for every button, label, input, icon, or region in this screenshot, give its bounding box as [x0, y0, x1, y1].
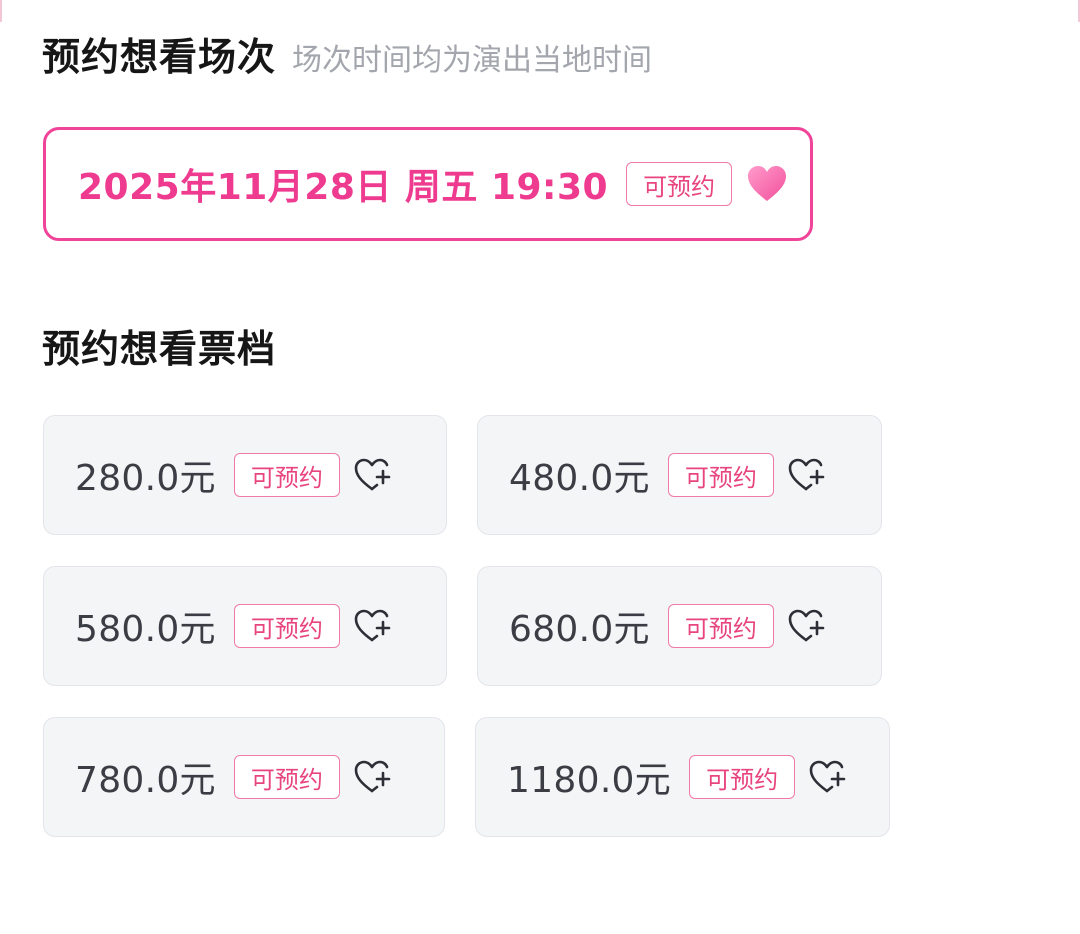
tier-status-badge: 可预约	[233, 755, 340, 799]
tier-section-header: 预约想看票档	[42, 318, 276, 373]
tier-option-580[interactable]: 580.0元 可预约	[43, 566, 447, 686]
tier-status-badge: 可预约	[233, 453, 340, 497]
left-edge-mark	[0, 0, 2, 22]
tier-option-780[interactable]: 780.0元 可预约	[43, 717, 445, 837]
tier-price: 480.0元	[509, 458, 650, 499]
tier-status-badge: 可预约	[689, 755, 796, 799]
tier-price: 280.0元	[75, 458, 216, 499]
session-section-header: 预约想看场次 场次时间均为演出当地时间	[42, 26, 652, 81]
tier-status-badge: 可预约	[667, 453, 774, 497]
tier-option-480[interactable]: 480.0元 可预约	[477, 415, 882, 535]
heart-plus-icon[interactable]	[807, 757, 849, 797]
tier-option-280[interactable]: 280.0元 可预约	[43, 415, 447, 535]
tier-price: 580.0元	[75, 609, 216, 650]
session-section-subtitle: 场次时间均为演出当地时间	[292, 43, 653, 78]
heart-plus-icon[interactable]	[352, 606, 394, 646]
session-datetime: 2025年11月28日 周五 19:30	[78, 167, 609, 208]
heart-plus-icon[interactable]	[786, 455, 828, 495]
top-edge	[0, 0, 1080, 3]
heart-plus-icon[interactable]	[352, 455, 394, 495]
tier-price: 780.0元	[75, 760, 216, 801]
heart-plus-icon[interactable]	[786, 606, 828, 646]
heart-filled-icon[interactable]	[746, 164, 788, 204]
tier-price: 1180.0元	[507, 760, 672, 801]
tier-option-680[interactable]: 680.0元 可预约	[477, 566, 882, 686]
heart-plus-icon[interactable]	[352, 757, 394, 797]
tier-status-badge: 可预约	[667, 604, 774, 648]
session-section-title: 预约想看场次	[42, 35, 277, 79]
tier-price: 680.0元	[509, 609, 650, 650]
tier-status-badge: 可预约	[233, 604, 340, 648]
session-status-badge: 可预约	[626, 162, 733, 206]
tier-section-title: 预约想看票档	[42, 327, 277, 371]
tier-option-1180[interactable]: 1180.0元 可预约	[475, 717, 890, 837]
session-option-selected[interactable]: 2025年11月28日 周五 19:30 可预约	[43, 127, 813, 241]
